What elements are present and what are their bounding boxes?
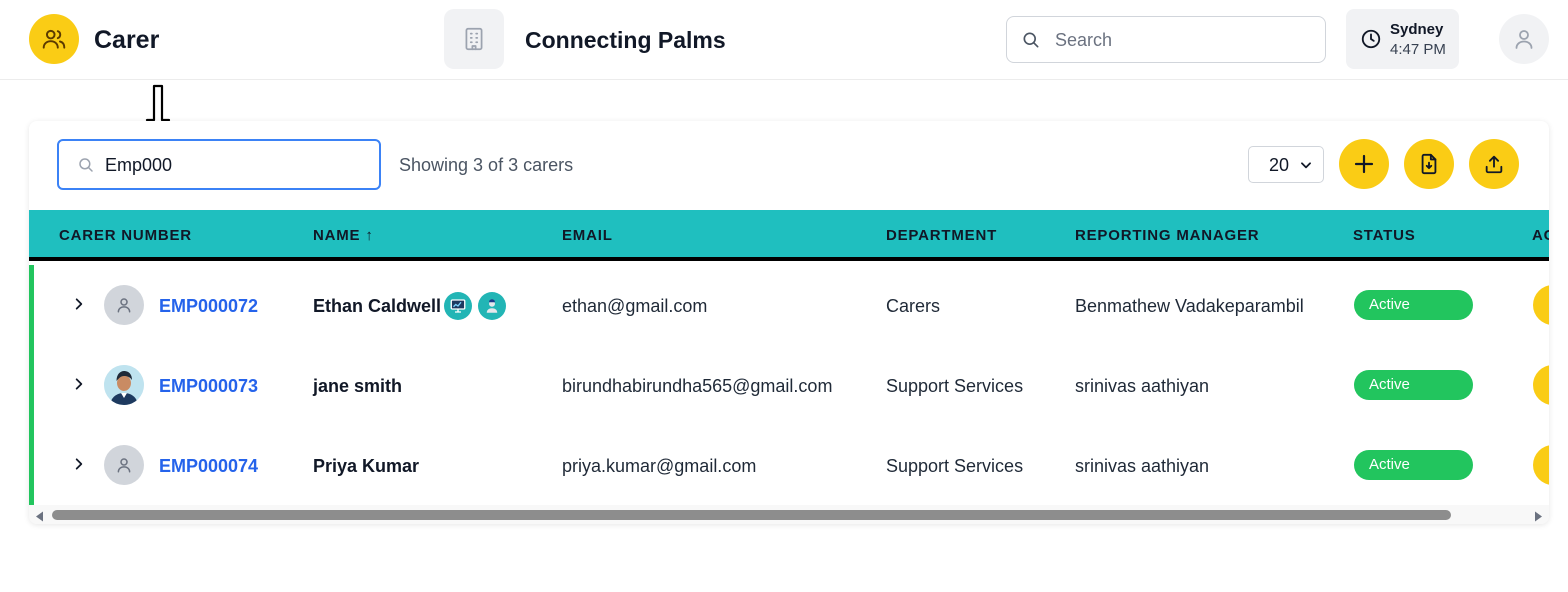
scroll-left-icon[interactable] bbox=[35, 509, 45, 524]
chevron-right-icon[interactable] bbox=[72, 296, 86, 317]
clock-city: Sydney bbox=[1390, 21, 1444, 38]
global-search-input[interactable] bbox=[1055, 27, 1315, 53]
user-icon bbox=[1515, 30, 1533, 49]
carer-department: Support Services bbox=[886, 376, 1024, 396]
col-status[interactable]: STATUS bbox=[1353, 227, 1416, 244]
col-name[interactable]: NAME ↑ bbox=[313, 227, 374, 244]
avatar bbox=[104, 445, 144, 485]
carer-department: Carers bbox=[886, 296, 941, 316]
carer-number-link[interactable]: EMP000074 bbox=[159, 456, 258, 477]
search-icon bbox=[1021, 30, 1041, 55]
reporting-manager: srinivas aathiyan bbox=[1075, 456, 1210, 476]
col-email[interactable]: EMAIL bbox=[562, 227, 613, 244]
row-action-button[interactable] bbox=[1533, 445, 1549, 485]
col-department[interactable]: DEPARTMENT bbox=[886, 227, 997, 244]
carer-badges bbox=[444, 292, 506, 320]
building-icon[interactable] bbox=[444, 9, 504, 69]
page-size-value: 20 bbox=[1269, 155, 1290, 175]
col-carer-number[interactable]: CARER NUMBER bbox=[59, 227, 192, 244]
table-row: EMP000072 Ethan Caldwell ethan@gmail.com… bbox=[34, 265, 1549, 345]
carer-email: ethan@gmail.com bbox=[562, 296, 708, 316]
table-row: EMP000073 jane smith birundhabirundha565… bbox=[34, 345, 1549, 425]
top-bar: Carer Connecting Palms Sydney 4:47 PM bbox=[0, 0, 1568, 80]
search-icon bbox=[77, 156, 95, 179]
profile-photo bbox=[104, 365, 144, 405]
table-row: EMP000074 Priya Kumar priya.kumar@gmail.… bbox=[34, 425, 1549, 505]
carer-list-card: Showing 3 of 3 carers 20 CARER NUMBER NA… bbox=[29, 121, 1549, 524]
col-reporting-manager[interactable]: REPORTING MANAGER bbox=[1075, 227, 1259, 244]
file-download-icon bbox=[1421, 153, 1437, 175]
carer-name: jane smith bbox=[313, 376, 403, 396]
table-header: CARER NUMBER NAME ↑ EMAIL DEPARTMENT REP… bbox=[29, 210, 1549, 261]
clock-icon bbox=[1360, 28, 1382, 55]
user-icon bbox=[117, 458, 131, 473]
carer-name: Priya Kumar bbox=[313, 456, 420, 476]
user-avatar[interactable] bbox=[1499, 14, 1549, 64]
user-icon bbox=[117, 298, 131, 313]
global-search[interactable] bbox=[1006, 16, 1326, 63]
upload-button[interactable] bbox=[1469, 139, 1519, 189]
users-icon bbox=[29, 14, 79, 64]
scrollbar-thumb[interactable] bbox=[52, 510, 1451, 520]
status-badge: Active bbox=[1354, 370, 1473, 400]
status-badge: Active bbox=[1354, 450, 1473, 480]
col-actions[interactable]: AC bbox=[1532, 227, 1549, 244]
clock-time: 4:47 PM bbox=[1390, 41, 1446, 58]
table-body: EMP000072 Ethan Caldwell ethan@gmail.com… bbox=[29, 265, 1549, 505]
page-size-select[interactable]: 20 bbox=[1248, 146, 1324, 183]
scroll-right-icon[interactable] bbox=[1533, 509, 1543, 524]
add-carer-button[interactable] bbox=[1339, 139, 1389, 189]
avatar bbox=[104, 365, 144, 405]
chevron-right-icon[interactable] bbox=[72, 456, 86, 477]
organization-name: Connecting Palms bbox=[525, 27, 726, 53]
computer-badge-icon[interactable] bbox=[444, 292, 472, 320]
avatar bbox=[104, 285, 144, 325]
carer-name: Ethan Caldwell bbox=[313, 296, 442, 316]
worker-badge-icon[interactable] bbox=[478, 292, 506, 320]
chevron-right-icon[interactable] bbox=[72, 376, 86, 397]
carer-department: Support Services bbox=[886, 456, 1024, 476]
chevron-down-icon bbox=[1299, 158, 1313, 177]
reporting-manager: Benmathew Vadakeparambil bbox=[1075, 296, 1304, 316]
results-count: Showing 3 of 3 carers bbox=[399, 155, 574, 175]
plus-icon bbox=[1354, 154, 1374, 174]
horizontal-scrollbar[interactable] bbox=[29, 505, 1549, 524]
carer-number-link[interactable]: EMP000073 bbox=[159, 376, 258, 397]
carer-search[interactable] bbox=[57, 139, 381, 190]
timezone-clock[interactable]: Sydney 4:47 PM bbox=[1346, 9, 1459, 69]
row-action-button[interactable] bbox=[1533, 365, 1549, 405]
row-action-button[interactable] bbox=[1533, 285, 1549, 325]
carer-email: priya.kumar@gmail.com bbox=[562, 456, 757, 476]
carer-search-input[interactable] bbox=[105, 153, 365, 177]
app-title: Carer bbox=[94, 26, 160, 54]
reporting-manager: srinivas aathiyan bbox=[1075, 376, 1210, 396]
upload-icon bbox=[1485, 155, 1503, 174]
status-badge: Active bbox=[1354, 290, 1473, 320]
carer-number-link[interactable]: EMP000072 bbox=[159, 296, 258, 317]
carer-email: birundhabirundha565@gmail.com bbox=[562, 376, 833, 396]
download-button[interactable] bbox=[1404, 139, 1454, 189]
